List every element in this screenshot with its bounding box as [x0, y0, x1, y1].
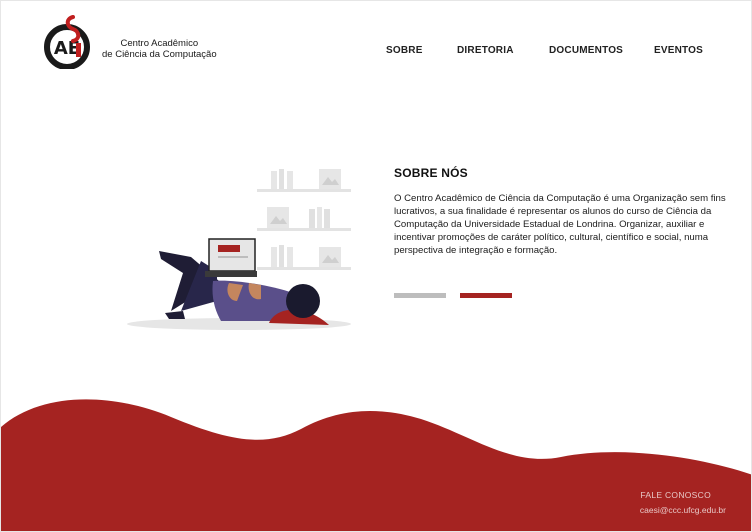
page: AE Centro Acadêmico de Ciência da Comput… [0, 0, 752, 532]
caesi-logo-icon[interactable]: AE [43, 13, 99, 69]
nav-item-diretoria[interactable]: DIRETORIA [457, 45, 514, 56]
carousel-indicator-1[interactable] [394, 293, 446, 298]
main-nav: SOBRE DIRETORIA DOCUMENTOS EVENTOS [1, 45, 751, 59]
about-text: O Centro Acadêmico de Ciência da Computa… [394, 193, 726, 256]
footer-contact-title: FALE CONOSCO [640, 490, 711, 500]
carousel-indicator-2[interactable] [460, 293, 512, 298]
nav-item-documentos[interactable]: DOCUMENTOS [549, 45, 623, 56]
about-title: SOBRE NÓS [394, 166, 468, 180]
bookshelf [257, 169, 351, 270]
nav-item-eventos[interactable]: EVENTOS [654, 45, 703, 56]
nav-item-sobre[interactable]: SOBRE [386, 45, 423, 56]
footer-contact-email[interactable]: caesi@ccc.ufcg.edu.br [640, 505, 726, 515]
carousel-indicators [394, 293, 514, 299]
person-with-laptop-illustration [127, 169, 351, 330]
